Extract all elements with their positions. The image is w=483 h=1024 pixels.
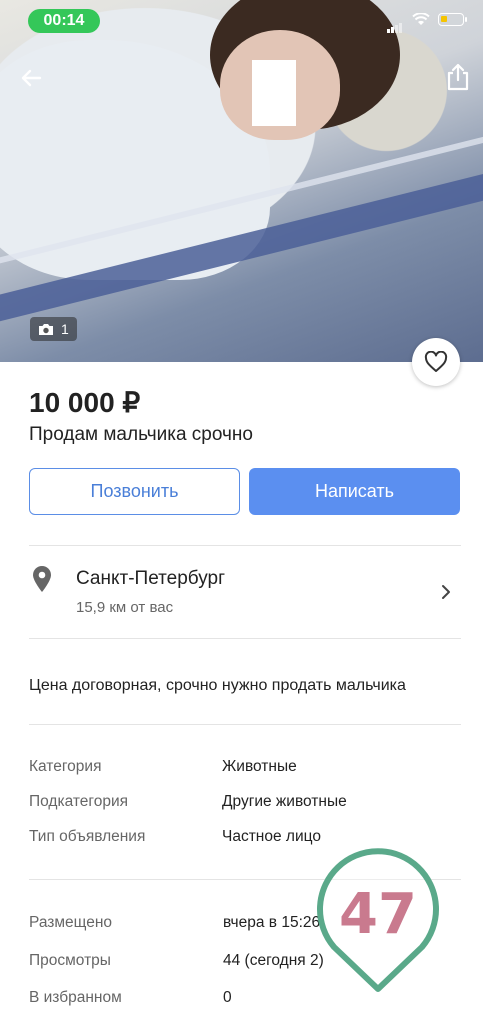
cellular-signal-icon (387, 15, 403, 33)
property-label: Тип объявления (29, 828, 146, 845)
status-time: 00:14 (28, 9, 100, 33)
photo-censor-box (252, 60, 296, 126)
call-button[interactable]: Позвонить (29, 468, 240, 515)
chevron-right-icon (442, 585, 450, 599)
wifi-icon (412, 12, 430, 31)
location-distance: 15,9 км от вас (76, 599, 174, 616)
listing-photo[interactable] (0, 0, 483, 362)
stat-label: Размещено (29, 914, 113, 931)
stat-label: В избранном (29, 989, 122, 1006)
stat-value: 44 (сегодня 2) (223, 952, 324, 969)
stat-value: вчера в 15:26 (223, 914, 321, 931)
share-icon (447, 63, 469, 91)
write-message-button[interactable]: Написать (249, 468, 460, 515)
heart-icon (424, 351, 448, 372)
location-row[interactable]: Санкт-Петербург 15,9 км от вас (0, 560, 483, 630)
divider (29, 724, 461, 725)
listing-description: Цена договорная, срочно нужно продать ма… (29, 677, 406, 694)
divider (29, 638, 461, 639)
photo-counter: 1 (30, 317, 77, 341)
stat-label: Просмотры (29, 952, 111, 969)
property-value: Другие животные (222, 793, 347, 810)
property-label: Категория (29, 758, 102, 775)
property-label: Подкатегория (29, 793, 129, 810)
location-city: Санкт-Петербург (76, 568, 226, 589)
listing-price: 10 000 ₽ (29, 387, 141, 418)
property-value: Животные (222, 758, 297, 775)
back-button[interactable] (18, 64, 46, 92)
camera-icon (39, 323, 53, 335)
photo-count-value: 1 (61, 321, 69, 337)
divider (29, 545, 461, 546)
watermark-logo: 47 (317, 848, 439, 992)
property-value: Частное лицо (222, 828, 321, 845)
stat-value: 0 (223, 989, 232, 1006)
favorite-button[interactable] (412, 338, 460, 386)
share-button[interactable] (444, 62, 472, 92)
watermark-text: 47 (339, 882, 417, 947)
arrow-left-icon (21, 69, 42, 87)
location-pin-icon (33, 566, 51, 592)
listing-title: Продам мальчика срочно (29, 424, 253, 445)
status-bar: 00:14 (0, 0, 483, 44)
battery-icon (438, 13, 467, 26)
